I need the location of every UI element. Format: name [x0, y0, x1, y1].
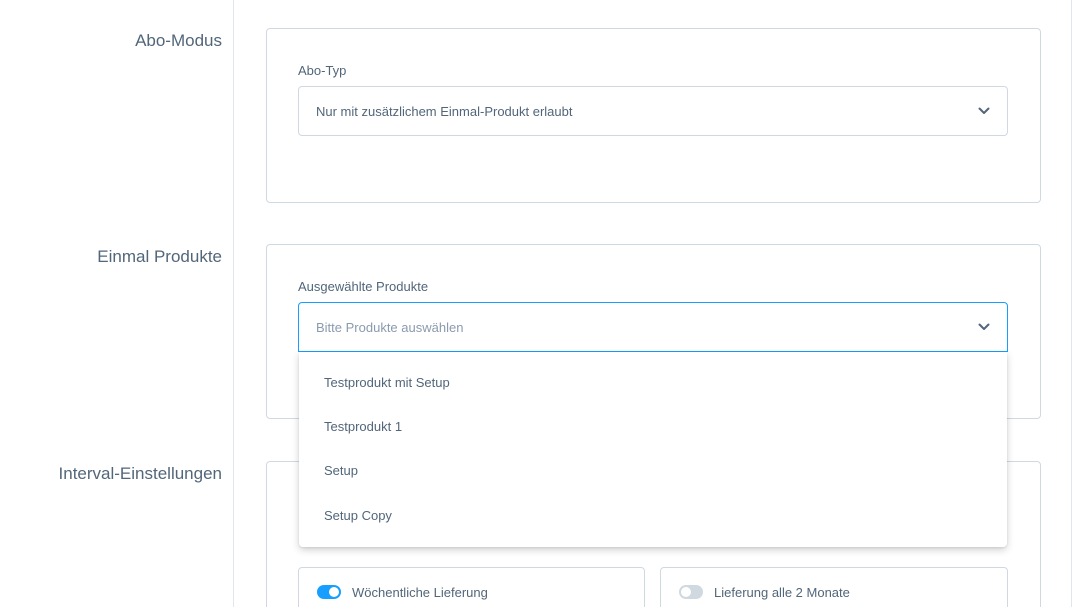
section-label-interval: Interval-Einstellungen	[58, 464, 222, 483]
checkbox-label: Lieferung alle 2 Monate	[714, 584, 850, 600]
dropdown-option[interactable]: Testprodukt 1	[324, 419, 402, 434]
chevron-down-icon	[978, 105, 990, 117]
section-label-abo-modus: Abo-Modus	[135, 31, 222, 50]
content-divider-right	[1071, 0, 1072, 607]
chevron-down-icon	[978, 321, 990, 333]
abo-typ-label: Abo-Typ	[298, 63, 347, 78]
settings-page: Abo-Modus Abo-Typ Nur mit zusätzlichem E…	[0, 0, 1082, 607]
abo-typ-select-value: Nur mit zusätzlichem Einmal-Produkt erla…	[316, 103, 573, 119]
toggle-switch-off[interactable]	[679, 585, 703, 599]
dropdown-option[interactable]: Setup	[324, 463, 358, 478]
section-label-einmal-produkte: Einmal Produkte	[97, 247, 222, 266]
produkte-select[interactable]: Bitte Produkte auswählen	[298, 302, 1008, 352]
toggle-switch-on[interactable]	[317, 585, 341, 599]
dropdown-option[interactable]: Testprodukt mit Setup	[324, 375, 450, 390]
checkbox-label: Wöchentliche Lieferung	[352, 584, 488, 600]
produkte-select-placeholder: Bitte Produkte auswählen	[316, 319, 464, 335]
produkte-dropdown-menu: Testprodukt mit Setup Testprodukt 1 Setu…	[299, 352, 1007, 547]
ausgewaehlte-produkte-label: Ausgewählte Produkte	[298, 279, 429, 294]
checkbox-woechentliche-lieferung[interactable]: Wöchentliche Lieferung	[298, 567, 645, 607]
abo-typ-select[interactable]: Nur mit zusätzlichem Einmal-Produkt erla…	[298, 86, 1008, 136]
dropdown-option[interactable]: Setup Copy	[324, 508, 392, 523]
checkbox-lieferung-2-monate[interactable]: Lieferung alle 2 Monate	[660, 567, 1008, 607]
content-divider-left	[233, 0, 234, 607]
